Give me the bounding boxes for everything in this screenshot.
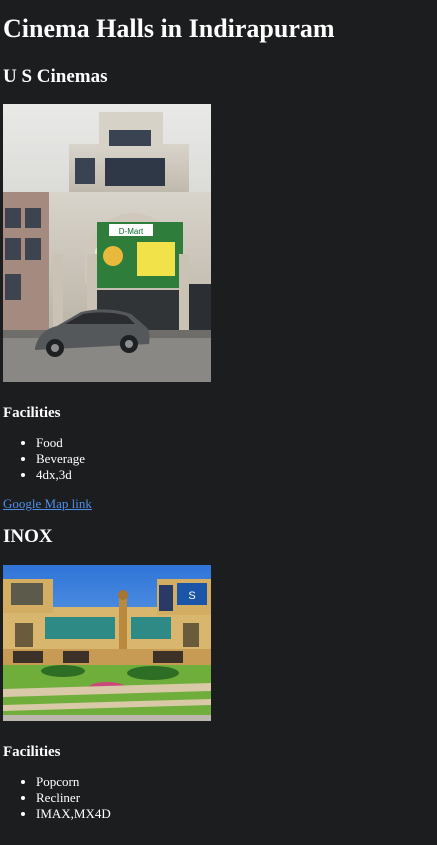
facility-item: 4dx,3d — [36, 467, 434, 483]
page-title: Cinema Halls in Indirapuram — [3, 14, 335, 43]
inox-photo: S — [3, 565, 211, 721]
cinema-name: U S Cinemas — [3, 66, 108, 87]
mall-sign: S — [188, 590, 195, 602]
google-map-link[interactable]: Google Map link — [3, 496, 434, 512]
facilities-list: Food Beverage 4dx,3d — [3, 435, 434, 483]
cinema-section-us-cinemas: U S Cinemas D-Mart Facilities • Food • B… — [3, 65, 434, 512]
facilities-heading: Facilities — [3, 744, 61, 760]
page-content: Cinema Halls in Indirapuram U S Cinemas — [0, 0, 437, 822]
facilities-heading: Facilities — [3, 405, 61, 421]
facility-item: Food — [36, 435, 434, 451]
us-cinemas-photo: D-Mart — [3, 104, 211, 382]
billboard-sign: D-Mart — [119, 227, 144, 236]
facility-item: IMAX,MX4D — [36, 806, 434, 822]
facility-item: Beverage — [36, 451, 434, 467]
cinema-name: INOX — [3, 526, 53, 547]
facility-item: Popcorn — [36, 774, 434, 790]
cinema-section-inox: INOX S Facilities • Popcorn • Recliner •… — [3, 525, 434, 822]
facilities-list: Popcorn Recliner IMAX,MX4D — [3, 774, 434, 822]
facility-item: Recliner — [36, 790, 434, 806]
